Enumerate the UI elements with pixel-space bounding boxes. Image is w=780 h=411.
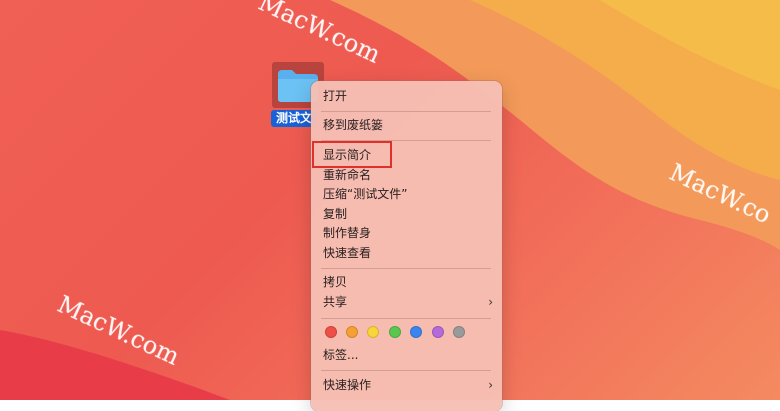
tag-yellow-dot[interactable] [367, 326, 379, 338]
menu-item-share-label: 共享 [323, 295, 348, 309]
menu-item-copy[interactable]: 拷贝 [323, 273, 493, 292]
menu-item-move-to-trash[interactable]: 移到废纸篓 [323, 116, 493, 135]
menu-item-share[interactable]: 共享 › [323, 293, 493, 312]
desktop-background: MacW.com MacW.co MacW.com 测试文 打开 移到废纸篓 显… [0, 0, 780, 411]
menu-separator [321, 268, 491, 269]
tag-gray-dot[interactable] [453, 326, 465, 338]
tag-red-dot[interactable] [325, 326, 337, 338]
menu-item-rename[interactable]: 重新命名 [323, 166, 493, 185]
menu-item-compress[interactable]: 压缩“测试文件” [323, 185, 493, 204]
highlight-box [312, 141, 392, 168]
tag-blue-dot[interactable] [410, 326, 422, 338]
tag-green-dot[interactable] [389, 326, 401, 338]
menu-item-tags[interactable]: 标签... [323, 346, 493, 365]
menu-item-quick-look[interactable]: 快速查看 [323, 244, 493, 263]
menu-separator [321, 111, 491, 112]
menu-item-duplicate[interactable]: 复制 [323, 205, 493, 224]
tag-orange-dot[interactable] [346, 326, 358, 338]
chevron-right-icon: › [488, 295, 493, 309]
menu-item-quick-actions-label: 快速操作 [323, 378, 372, 392]
context-menu: 打开 移到废纸篓 显示简介 重新命名 压缩“测试文件” 复制 制作替身 快速查看… [311, 81, 502, 411]
menu-separator [321, 370, 491, 371]
menu-separator [321, 318, 491, 319]
menu-item-open[interactable]: 打开 [323, 87, 493, 106]
menu-item-quick-actions[interactable]: 快速操作 › [323, 376, 493, 395]
chevron-right-icon: › [488, 378, 493, 392]
menu-item-make-alias[interactable]: 制作替身 [323, 224, 493, 243]
tag-purple-dot[interactable] [432, 326, 444, 338]
